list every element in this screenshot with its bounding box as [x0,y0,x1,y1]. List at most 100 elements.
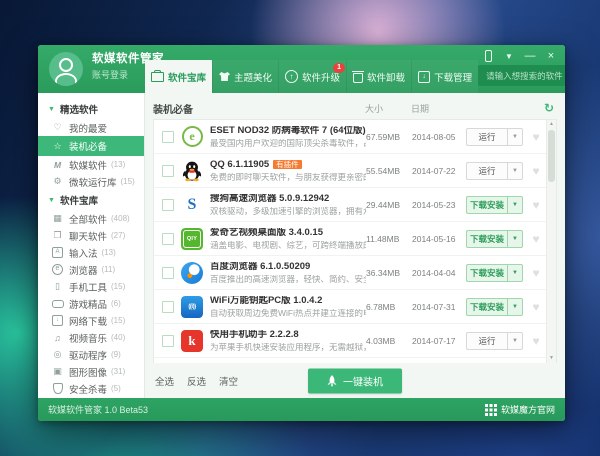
chevron-down-icon[interactable]: ▼ [507,127,523,146]
sidebar-item-label: 聊天软件 [69,231,108,243]
sidebar-item-archive[interactable]: ▤压缩刻录 [38,397,144,398]
sidebar-item-favorites[interactable]: ♡ 我的最爱 [38,119,144,136]
tab-label: 下载管理 [434,72,473,84]
button-label[interactable]: 运行 [466,161,507,180]
item-text: 爱奇艺视频桌面版 3.4.0.15 涵盖电影、电视剧、综艺，可跨终端播放的视频客… [210,228,366,250]
item-title: ESET NOD32 防病毒软件 7 (64位版) [210,125,366,135]
sidebar-item-video-music[interactable]: ♫ 视频音乐 (40) [38,329,144,346]
scroll-down-icon[interactable]: ▼ [547,354,556,363]
item-count: (13) [111,160,126,169]
column-date[interactable]: 日期 [411,102,465,115]
wifi-signal-glyph: ((i)) [181,295,203,318]
run-button[interactable]: 运行 ▼ [466,161,523,180]
button-label[interactable]: 运行 [466,331,507,350]
avatar[interactable] [49,52,83,86]
list-header: 装机必备 大小 日期 ↻ [153,97,557,119]
favorite-icon[interactable]: ♥ [528,198,544,212]
qq-penguin-icon [181,160,203,182]
ruanmei-m-icon: M [53,159,62,170]
sidebar-item-label: 软媒软件 [69,160,108,172]
sidebar-item-browser[interactable]: e 浏览器 (11) [38,261,144,278]
sidebar-section-treasury[interactable]: ▼ 软件宝库 [38,190,144,210]
run-button[interactable]: 运行 ▼ [466,331,523,350]
invert-selection-link[interactable]: 反选 [187,374,206,388]
sidebar-item-all-software[interactable]: ▦ 全部软件 (408) [38,210,144,227]
favorite-icon[interactable]: ♥ [528,334,544,348]
sidebar-item-ms-runtime[interactable]: ⚙ 微软运行库 (15) [38,173,144,190]
sidebar-item-ruanmei-software[interactable]: M 软媒软件 (13) [38,156,144,173]
item-title: 爱奇艺视频桌面版 3.4.0.15 [210,227,323,237]
chevron-down-icon[interactable]: ▼ [507,161,523,180]
chevron-down-icon[interactable]: ▼ [507,229,523,248]
sidebar-item-antivirus[interactable]: 安全杀毒 (5) [38,380,144,397]
tab-theme-beautify[interactable]: 主题美化 [212,60,279,93]
favorite-icon[interactable]: ♥ [528,130,544,144]
sidebar-item-essentials[interactable]: ☆ 装机必备 [38,136,144,156]
official-site-link[interactable]: 软媒魔方官网 [484,403,555,416]
item-size: 6.78MB [366,301,396,312]
gamepad-icon [51,299,64,308]
chevron-down-icon[interactable]: ▼ [507,331,523,350]
tab-software-upgrade[interactable]: ↑ 软件升级 1 [278,60,347,93]
sidebar-item-graphics[interactable]: ▣ 图形图像 (31) [38,363,144,380]
item-date: 2014-08-05 [412,131,456,142]
button-label[interactable]: 下载安装 [466,297,507,316]
sidebar-item-input-method[interactable]: A 输入法 (13) [38,244,144,261]
chevron-down-icon[interactable]: ▼ [507,263,523,282]
iqiyi-glyph: QIY [181,227,203,250]
refresh-icon[interactable]: ↻ [541,101,557,115]
button-label[interactable]: 下载安装 [466,263,507,282]
download-install-button[interactable]: 下载安装 ▼ [466,229,523,248]
clear-selection-link[interactable]: 清空 [219,374,238,388]
rocket-icon [327,374,337,387]
sidebar-item-drivers[interactable]: ◎ 驱动程序 (9) [38,346,144,363]
chevron-down-icon[interactable]: ▼ [507,195,523,214]
shield-icon [51,383,64,394]
select-all-link[interactable]: 全选 [155,374,174,388]
chevron-down-icon[interactable]: ▼ [507,297,523,316]
button-label[interactable]: 下载安装 [466,195,507,214]
item-count: (6) [111,299,121,308]
sidebar-item-net-download[interactable]: ↓ 网络下载 (15) [38,312,144,329]
tshirt-icon [219,72,231,81]
tab-download-manager[interactable]: ↓ 下载管理 [411,60,479,93]
sidebar-section-featured[interactable]: ▼ 精选软件 [38,99,144,119]
eset-e-glyph: e [181,126,203,147]
download-install-button[interactable]: 下载安装 ▼ [466,297,523,316]
button-label[interactable]: 下载安装 [466,229,507,248]
item-text: QQ 6.1.11905有插件 免费的即时聊天软件，与朋友获得更亲密的沟通。 [210,159,366,182]
checkbox[interactable] [162,232,174,245]
checkbox[interactable] [162,130,174,143]
item-title: 搜狗高速浏览器 5.0.9.12942 [210,193,330,203]
checkbox[interactable] [162,300,174,313]
input-a-icon: A [51,247,64,258]
column-size[interactable]: 大小 [365,102,411,115]
list-item-iqiyi: QIY 爱奇艺视频桌面版 3.4.0.15 涵盖电影、电视剧、综艺，可跨终端播放… [154,222,556,256]
button-label[interactable]: 运行 [466,127,507,146]
favorite-icon[interactable]: ♥ [528,232,544,246]
sidebar-item-label: 网络下载 [69,316,108,328]
checkbox[interactable] [162,198,174,211]
favorite-icon[interactable]: ♥ [528,300,544,314]
checkbox[interactable] [162,164,174,177]
favorite-icon[interactable]: ♥ [528,164,544,178]
favorite-icon[interactable]: ♥ [528,266,544,280]
sidebar: ▼ 精选软件 ♡ 我的最爱 ☆ 装机必备 M 软媒软件 (13) ⚙ 微软运行库 (15) ▼… [38,93,145,398]
sidebar-item-games[interactable]: 游戏精品 (6) [38,295,144,312]
scroll-up-icon[interactable]: ▲ [547,120,556,129]
scrollbar[interactable]: ▲ ▼ [546,120,556,363]
upgrade-circle-icon: ↑ [285,70,299,83]
checkbox[interactable] [162,266,174,279]
run-button[interactable]: 运行 ▼ [466,127,523,146]
search-input[interactable] [484,69,565,82]
sidebar-item-phone-tools[interactable]: ▯ 手机工具 (15) [38,278,144,295]
one-click-install-button[interactable]: 一键装机 [308,368,402,393]
section-title: 软件宝库 [59,196,98,207]
tab-software-uninstall[interactable]: 软件卸载 [346,60,412,93]
sidebar-item-chat[interactable]: ❐ 聊天软件 (27) [38,227,144,244]
download-install-button[interactable]: 下载安装 ▼ [466,263,523,282]
checkbox[interactable] [162,334,174,347]
tab-software-treasury[interactable]: 软件宝库 [145,60,213,93]
scrollbar-thumb[interactable] [548,130,555,182]
download-install-button[interactable]: 下载安装 ▼ [466,195,523,214]
